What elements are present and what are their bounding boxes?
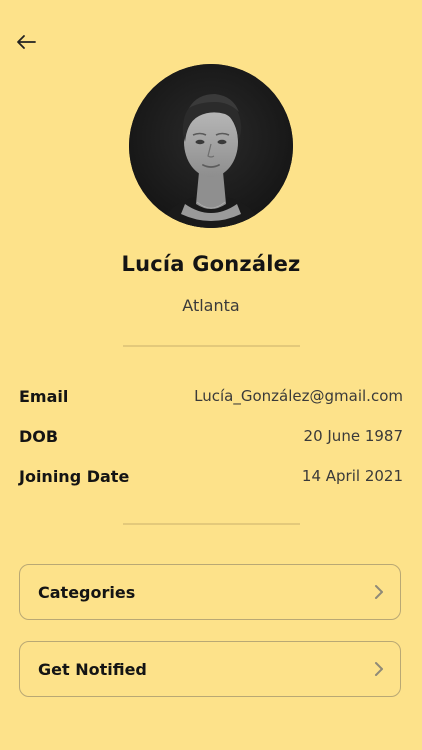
get-notified-button[interactable]: Get Notified: [19, 641, 401, 697]
email-value: Lucía_González@gmail.com: [194, 387, 403, 405]
info-row-dob: DOB 20 June 1987: [19, 423, 403, 449]
email-label: Email: [19, 386, 69, 406]
profile-city: Atlanta: [182, 296, 240, 315]
joining-date-label: Joining Date: [19, 466, 130, 486]
categories-label: Categories: [38, 582, 136, 602]
divider: [123, 523, 300, 525]
joining-date-value: 14 April 2021: [301, 467, 403, 485]
categories-button[interactable]: Categories: [19, 564, 401, 620]
dob-value: 20 June 1987: [303, 427, 403, 445]
profile-photo: [129, 64, 293, 228]
get-notified-label: Get Notified: [38, 659, 147, 679]
avatar: [129, 64, 293, 228]
back-button[interactable]: [14, 30, 38, 54]
chevron-right-icon: [372, 585, 386, 599]
profile-name: Lucía González: [121, 252, 301, 276]
divider: [123, 345, 300, 347]
info-row-joining-date: Joining Date 14 April 2021: [19, 463, 403, 489]
dob-label: DOB: [19, 426, 59, 446]
info-row-email: Email Lucía_González@gmail.com: [19, 383, 403, 409]
chevron-right-icon: [372, 662, 386, 676]
arrow-left-icon: [17, 35, 36, 49]
